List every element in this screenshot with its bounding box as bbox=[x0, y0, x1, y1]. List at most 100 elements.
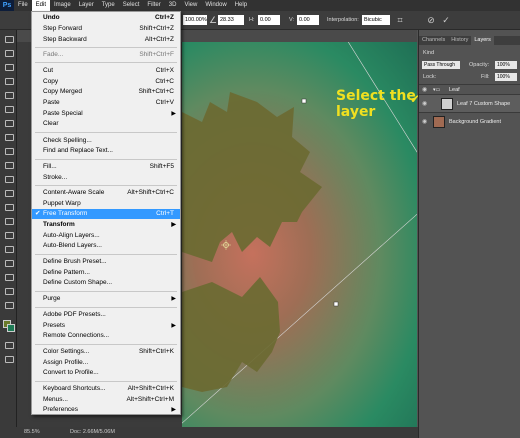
eyedropper-tool-icon[interactable] bbox=[3, 104, 14, 113]
warp-mode-icon[interactable]: ⌗ bbox=[394, 14, 406, 26]
transform-handle[interactable] bbox=[301, 98, 307, 104]
menu-item-color-settings[interactable]: Color Settings... Shift+Ctrl+K bbox=[32, 347, 180, 357]
eye-icon[interactable]: ◉ bbox=[422, 86, 430, 93]
menu-select[interactable]: Select bbox=[119, 0, 144, 11]
menu-item-convert-to-profile[interactable]: Convert to Profile... bbox=[32, 368, 180, 378]
menu-separator bbox=[35, 62, 177, 63]
blur-tool-icon[interactable] bbox=[3, 202, 14, 211]
menu-3d[interactable]: 3D bbox=[165, 0, 181, 11]
cancel-transform-icon[interactable]: ⊘ bbox=[425, 14, 437, 26]
dodge-tool-icon[interactable] bbox=[3, 216, 14, 225]
menu-item-copy[interactable]: Copy Ctrl+C bbox=[32, 77, 180, 87]
brush-tool-icon[interactable] bbox=[3, 132, 14, 141]
menu-item-preferences[interactable]: Preferences ▶ bbox=[32, 405, 180, 415]
opacity-field[interactable]: 100% bbox=[495, 61, 517, 69]
quick-mask-icon[interactable] bbox=[3, 340, 14, 349]
menu-help[interactable]: Help bbox=[231, 0, 251, 11]
h-skew-label: H: bbox=[249, 17, 255, 23]
type-tool-icon[interactable] bbox=[3, 244, 14, 253]
menu-item-auto-align-layers[interactable]: Auto-Align Layers... bbox=[32, 231, 180, 241]
menu-bar: Ps File Edit Image Layer Type Select Fil… bbox=[0, 0, 520, 11]
menu-item-paste-special[interactable]: Paste Special ▶ bbox=[32, 109, 180, 119]
eye-icon[interactable]: ◉ bbox=[422, 100, 430, 107]
menu-item-keyboard-shortcuts[interactable]: Keyboard Shortcuts... Alt+Shift+Ctrl+K bbox=[32, 384, 180, 394]
menu-separator bbox=[35, 307, 177, 308]
menu-item-transform[interactable]: Transform ▶ bbox=[32, 220, 180, 230]
pivot-point-icon[interactable] bbox=[221, 240, 231, 250]
pen-tool-icon[interactable] bbox=[3, 230, 14, 239]
menu-filter[interactable]: Filter bbox=[143, 0, 164, 11]
menu-edit[interactable]: Edit bbox=[31, 0, 51, 11]
menu-item-fade[interactable]: Fade... Shift+Ctrl+F bbox=[32, 50, 180, 60]
menu-item-assign-profile[interactable]: Assign Profile... bbox=[32, 358, 180, 368]
menu-item-free-transform[interactable]: ✔ Free Transform Ctrl+T bbox=[32, 209, 180, 219]
lasso-tool-icon[interactable] bbox=[3, 62, 14, 71]
menu-item-auto-blend-layers[interactable]: Auto-Blend Layers... bbox=[32, 241, 180, 251]
menu-item-cut[interactable]: Cut Ctrl+X bbox=[32, 66, 180, 76]
clone-stamp-tool-icon[interactable] bbox=[3, 146, 14, 155]
layer-group-row[interactable]: ◉ ▾▭ Leaf bbox=[419, 84, 520, 94]
leaf-shape[interactable] bbox=[182, 92, 322, 392]
submenu-arrow-icon: ▶ bbox=[171, 222, 176, 228]
menu-item-define-pattern[interactable]: Define Pattern... bbox=[32, 268, 180, 278]
fill-field[interactable]: 100% bbox=[495, 73, 517, 81]
menu-item-stroke[interactable]: Stroke... bbox=[32, 173, 180, 183]
menu-window[interactable]: Window bbox=[201, 0, 230, 11]
menu-item-undo[interactable]: Undo Ctrl+Z bbox=[32, 13, 180, 23]
tab-channels[interactable]: Channels bbox=[419, 36, 448, 45]
scale-percent-field[interactable]: 100.00% bbox=[183, 15, 207, 25]
layer-row[interactable]: ◉ Background Gradient bbox=[419, 112, 520, 130]
menu-view[interactable]: View bbox=[180, 0, 201, 11]
menu-item-remote-connections[interactable]: Remote Connections... bbox=[32, 331, 180, 341]
h-skew-field[interactable]: 0.00 bbox=[258, 15, 280, 25]
kind-filter-label[interactable]: Kind bbox=[423, 48, 434, 58]
move-tool-icon[interactable] bbox=[3, 34, 14, 43]
quick-select-tool-icon[interactable] bbox=[3, 76, 14, 85]
tab-layers[interactable]: Layers bbox=[471, 36, 494, 45]
menu-item-step-forward[interactable]: Step Forward Shift+Ctrl+Z bbox=[32, 24, 180, 34]
menu-item-presets[interactable]: Presets ▶ bbox=[32, 321, 180, 331]
menu-item-paste[interactable]: Paste Ctrl+V bbox=[32, 98, 180, 108]
path-select-tool-icon[interactable] bbox=[3, 258, 14, 267]
crop-tool-icon[interactable] bbox=[3, 90, 14, 99]
gradient-tool-icon[interactable] bbox=[3, 188, 14, 197]
eraser-tool-icon[interactable] bbox=[3, 174, 14, 183]
interpolation-select[interactable]: Bicubic bbox=[362, 15, 390, 25]
menu-layer[interactable]: Layer bbox=[75, 0, 98, 11]
history-brush-tool-icon[interactable] bbox=[3, 160, 14, 169]
menu-item-clear[interactable]: Clear bbox=[32, 119, 180, 129]
menu-item-define-brush[interactable]: Define Brush Preset... bbox=[32, 257, 180, 267]
menu-item-check-spelling[interactable]: Check Spelling... bbox=[32, 136, 180, 146]
hand-tool-icon[interactable] bbox=[3, 286, 14, 295]
zoom-tool-icon[interactable] bbox=[3, 300, 14, 309]
menu-item-adobe-pdf-presets[interactable]: Adobe PDF Presets... bbox=[32, 310, 180, 320]
menu-separator bbox=[35, 185, 177, 186]
marquee-tool-icon[interactable] bbox=[3, 48, 14, 57]
menu-type[interactable]: Type bbox=[98, 0, 119, 11]
annotation-text: Select the layer bbox=[336, 88, 416, 120]
menu-item-content-aware-scale[interactable]: Content-Aware Scale Alt+Shift+Ctrl+C bbox=[32, 188, 180, 198]
menu-item-puppet-warp[interactable]: Puppet Warp bbox=[32, 199, 180, 209]
menu-item-define-custom-shape[interactable]: Define Custom Shape... bbox=[32, 278, 180, 288]
menu-image[interactable]: Image bbox=[50, 0, 75, 11]
layer-row[interactable]: ◉ Leaf 7 Custom Shape bbox=[419, 94, 520, 112]
healing-tool-icon[interactable] bbox=[3, 118, 14, 127]
commit-transform-icon[interactable]: ✓ bbox=[440, 14, 452, 26]
menu-item-menus[interactable]: Menus... Alt+Shift+Ctrl+M bbox=[32, 395, 180, 405]
menu-item-fill[interactable]: Fill... Shift+F5 bbox=[32, 162, 180, 172]
shape-tool-icon[interactable] bbox=[3, 272, 14, 281]
menu-item-find-replace[interactable]: Find and Replace Text... bbox=[32, 146, 180, 156]
menu-file[interactable]: File bbox=[14, 0, 32, 11]
angle-field[interactable]: 28.33 bbox=[218, 15, 244, 25]
v-skew-field[interactable]: 0.00 bbox=[297, 15, 319, 25]
zoom-level[interactable]: 85.5% bbox=[24, 427, 40, 438]
menu-item-purge[interactable]: Purge ▶ bbox=[32, 294, 180, 304]
blend-mode-select[interactable]: Pass Through bbox=[422, 61, 460, 69]
screen-mode-icon[interactable] bbox=[3, 354, 14, 363]
transform-handle[interactable] bbox=[333, 301, 339, 307]
tab-history[interactable]: History bbox=[448, 36, 471, 45]
menu-item-copy-merged[interactable]: Copy Merged Shift+Ctrl+C bbox=[32, 87, 180, 97]
menu-item-step-backward[interactable]: Step Backward Alt+Ctrl+Z bbox=[32, 35, 180, 45]
eye-icon[interactable]: ◉ bbox=[422, 118, 430, 125]
background-color-swatch[interactable] bbox=[7, 324, 15, 332]
